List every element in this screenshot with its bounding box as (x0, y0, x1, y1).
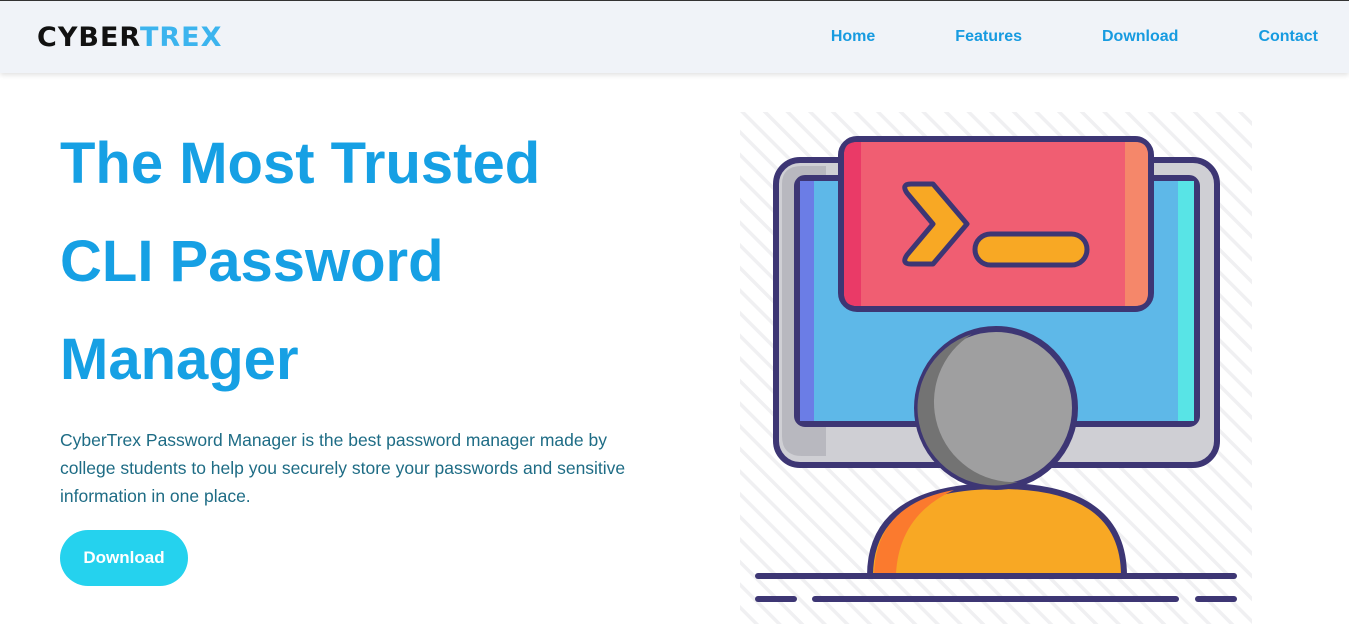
download-button[interactable]: Download (60, 530, 188, 586)
nav-link-download[interactable]: Download (1102, 27, 1178, 47)
brand-logo-part1: CYBER (37, 22, 140, 53)
hero-title-line1: The Most Trusted (60, 131, 541, 196)
brand-logo-part2: TREX (139, 22, 223, 53)
nav-link-home[interactable]: Home (831, 27, 875, 47)
terminal-user-computer-icon (740, 112, 1252, 624)
hero-title-line3: Manager (60, 327, 299, 392)
hero-title-line2: CLI Password (60, 229, 444, 294)
nav-links: Home Features Download Contact (831, 27, 1318, 47)
hero-description: CyberTrex Password Manager is the best p… (60, 430, 626, 506)
hero-title: The Most Trusted CLI Password Manager (60, 115, 680, 409)
brand-logo[interactable]: CYBERTREX (37, 21, 222, 55)
nav-link-contact[interactable]: Contact (1258, 27, 1318, 47)
nav-link-features[interactable]: Features (955, 27, 1022, 47)
navbar: CYBERTREX Home Features Download Contact (0, 0, 1349, 73)
